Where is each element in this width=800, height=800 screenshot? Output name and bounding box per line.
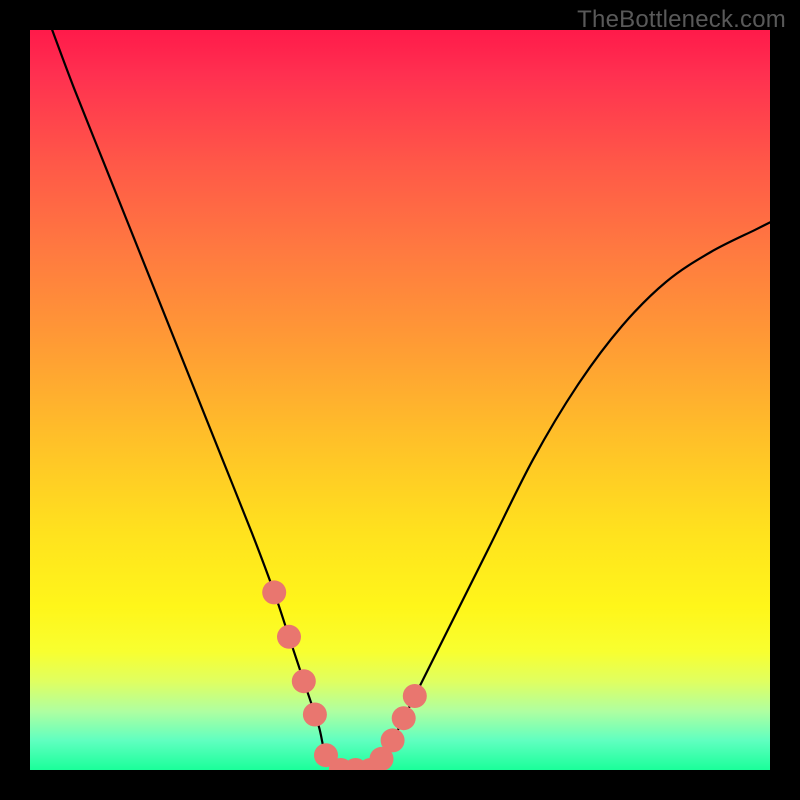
- highlight-marker: [381, 728, 405, 752]
- highlight-markers: [262, 580, 427, 770]
- highlight-marker: [392, 706, 416, 730]
- highlight-marker: [262, 580, 286, 604]
- curve-layer: [30, 30, 770, 770]
- highlight-marker: [403, 684, 427, 708]
- bottleneck-chart: [30, 30, 770, 770]
- highlight-marker: [303, 703, 327, 727]
- highlight-marker: [277, 625, 301, 649]
- watermark-text: TheBottleneck.com: [577, 6, 786, 34]
- bottleneck-curve-path: [52, 30, 770, 770]
- highlight-marker: [292, 669, 316, 693]
